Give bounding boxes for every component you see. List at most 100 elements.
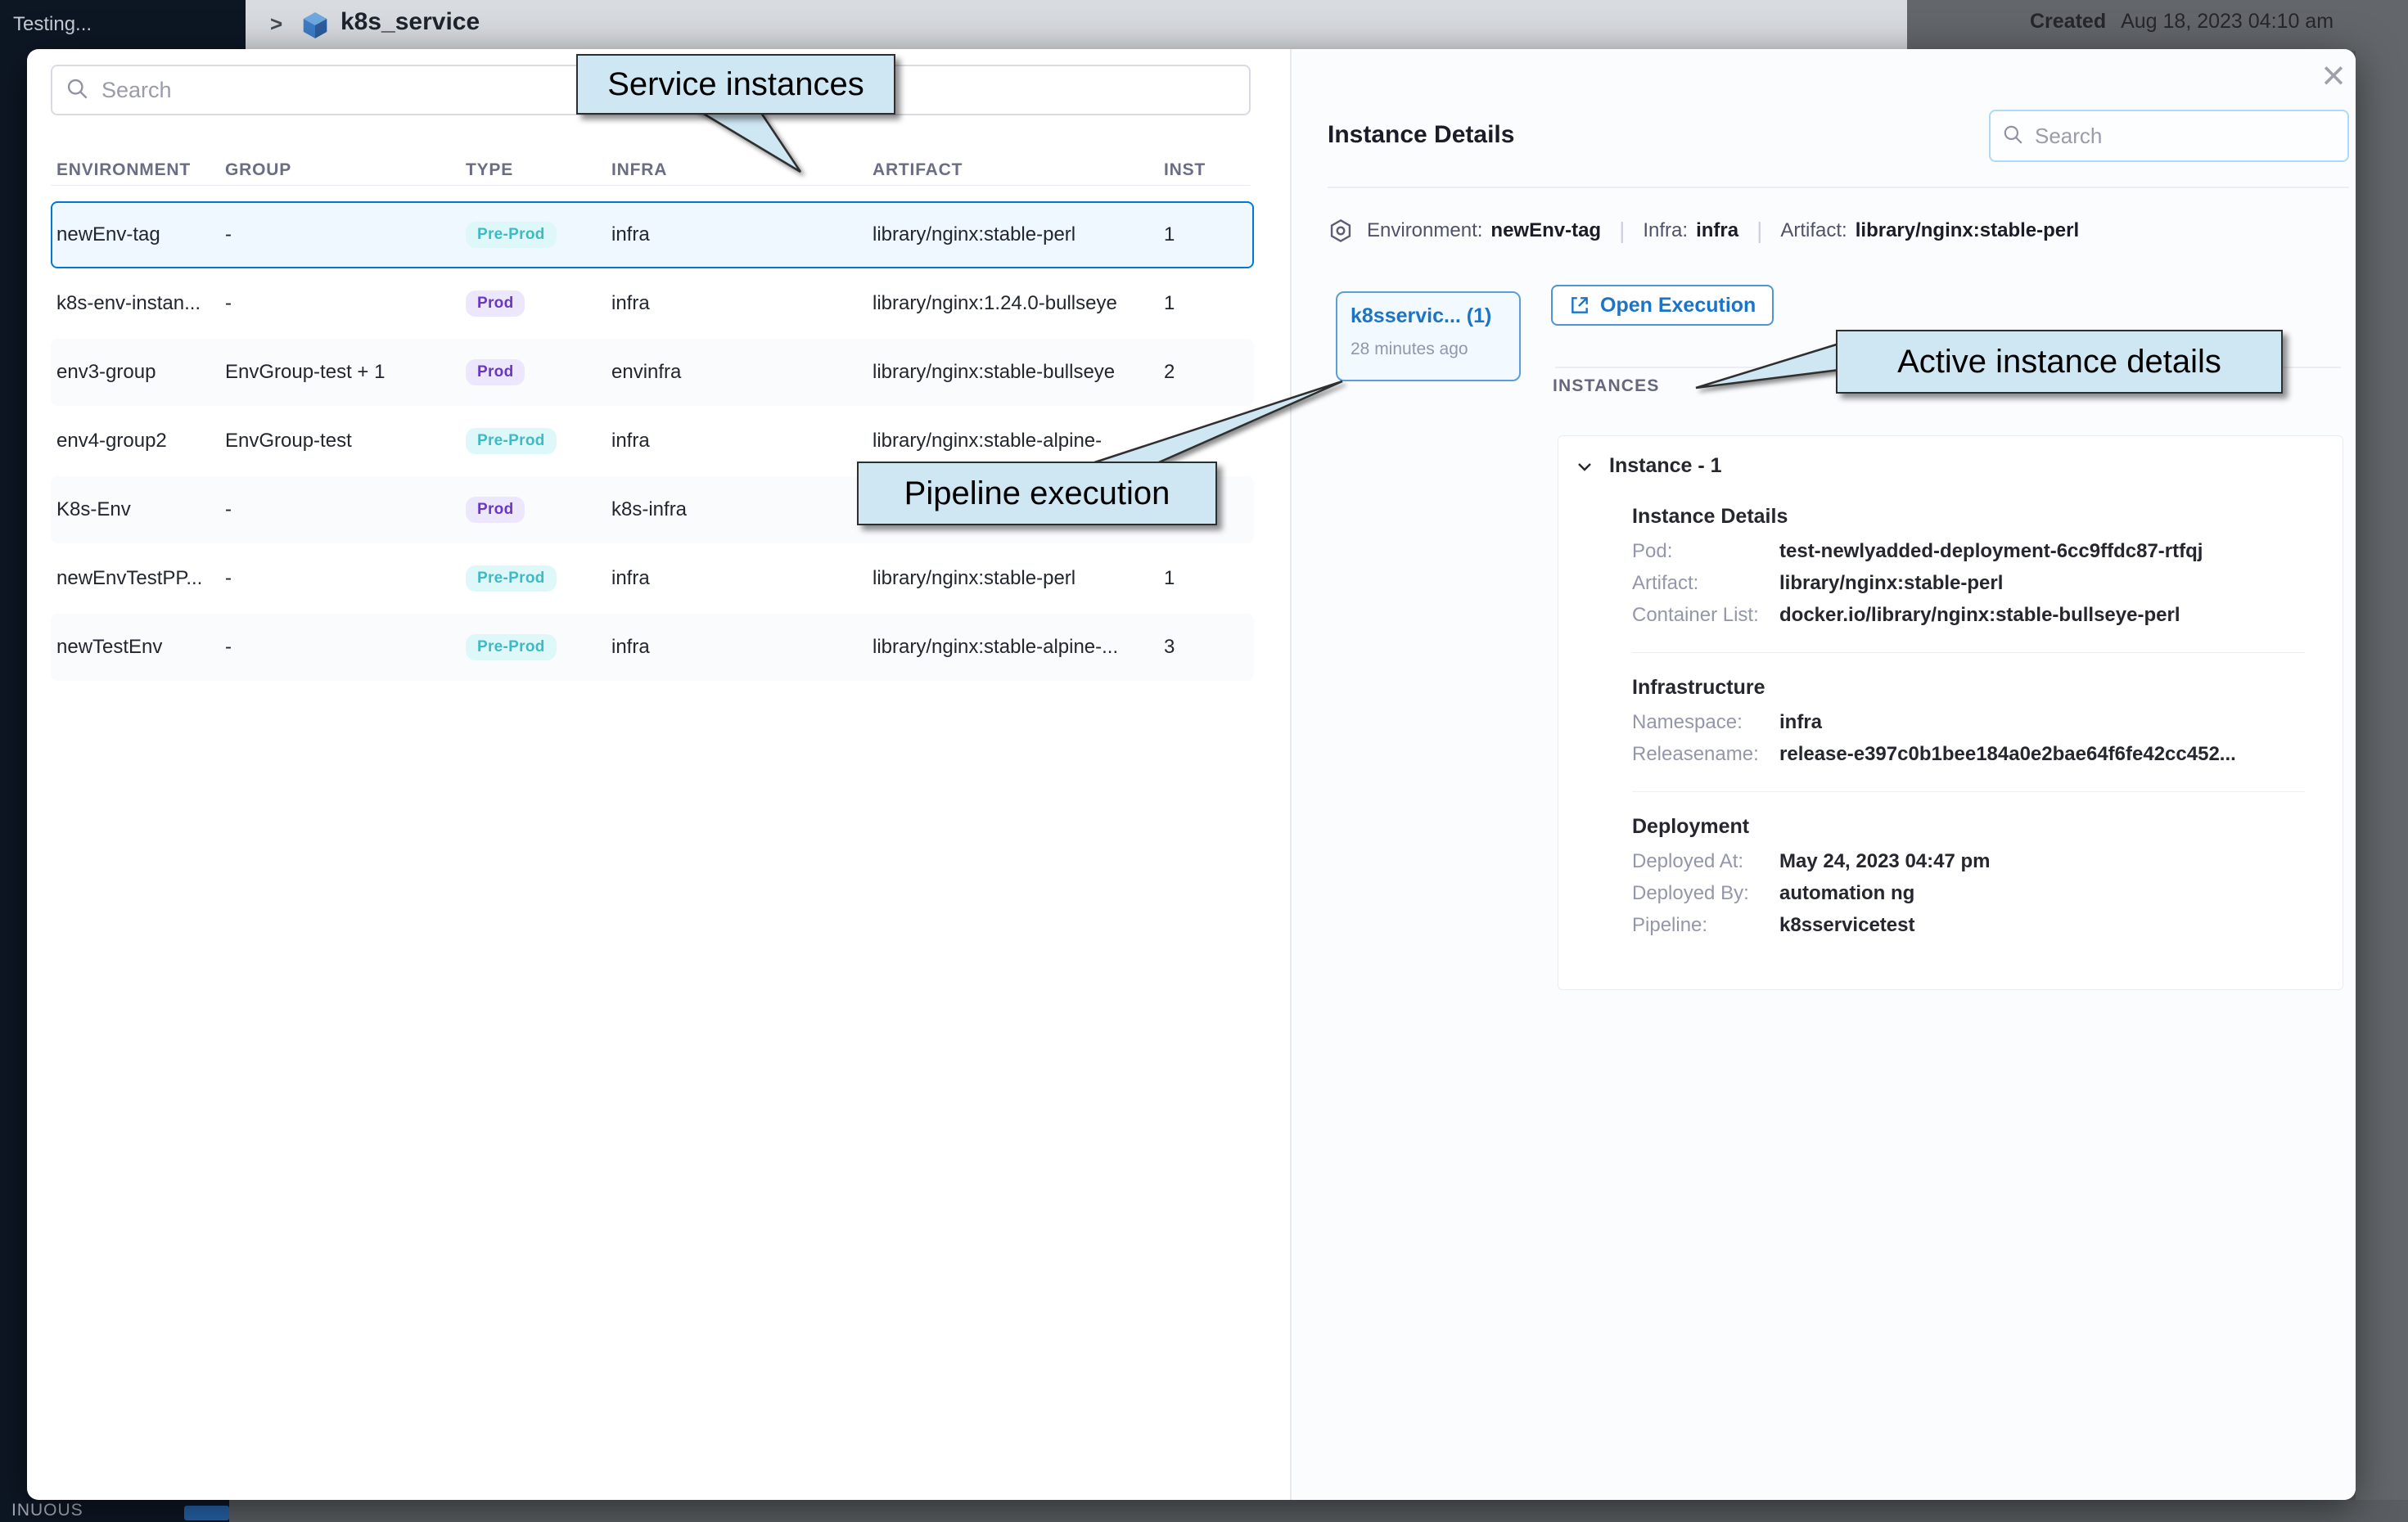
table-row[interactable]: env3-groupEnvGroup-test + 1Prodenvinfral… (51, 339, 1254, 406)
env-type-badge: Pre-Prod (466, 634, 557, 660)
table-cell: newTestEnv (52, 636, 225, 659)
table-row[interactable]: newEnvTestPP...-Pre-Prodinfralibrary/ngi… (51, 545, 1254, 612)
detail-row: Container List:docker.io/library/nginx:s… (1632, 599, 2305, 631)
table-cell: newEnv-tag (52, 223, 225, 246)
dimmed-right-strip: bu 3 (2356, 51, 2408, 1522)
detail-value: automation ng (1779, 877, 1914, 909)
table-cell: library/nginx:stable-perl (873, 223, 1164, 246)
env-type-badge: Pre-Prod (466, 565, 557, 592)
environment-label: Environment: (1367, 219, 1482, 242)
sidebar-module-label: INUOUS (11, 1501, 83, 1520)
dimmed-bottom-strip (229, 1500, 2408, 1522)
close-icon[interactable]: × (2309, 51, 2358, 100)
table-cell: envinfra (611, 361, 873, 384)
table-header-row: ENVIRONMENTGROUPTYPEINFRAARTIFACTINST (52, 154, 1247, 187)
table-cell: Pre-Prod (466, 565, 611, 592)
table-cell: 3 (1164, 636, 1238, 659)
column-header[interactable]: GROUP (225, 160, 466, 180)
table-cell: Pre-Prod (466, 222, 611, 248)
sidebar-project-label[interactable]: Testing... (13, 13, 92, 36)
instance-details-title: Instance Details (1328, 121, 1514, 149)
sidebar-nav-chip[interactable] (184, 1506, 229, 1520)
table-cell: library/nginx:1.24.0-bullseye (873, 292, 1164, 315)
created-timestamp: CreatedAug 18, 2023 04:10 am (2030, 10, 2334, 34)
detail-label: Container List: (1632, 599, 1779, 631)
instances-table: newEnv-tag-Pre-Prodinfralibrary/nginx:st… (51, 201, 1254, 682)
table-row[interactable]: newEnv-tag-Pre-Prodinfralibrary/nginx:st… (51, 201, 1254, 268)
detail-value: May 24, 2023 04:47 pm (1779, 845, 1991, 877)
detail-value: test-newlyadded-deployment-6cc9ffdc87-rt… (1779, 535, 2203, 567)
table-cell: k8s-infra (611, 498, 873, 521)
instance-accordion-header[interactable]: Instance - 1 (1575, 454, 1722, 478)
column-header[interactable]: ENVIRONMENT (52, 160, 225, 180)
search-input[interactable] (2033, 123, 2336, 150)
table-cell: library/nginx:stable-alpine-... (873, 636, 1164, 659)
detail-row: Artifact:library/nginx:stable-perl (1632, 567, 2305, 599)
detail-section-title: Instance Details (1632, 505, 2305, 529)
table-cell: - (225, 292, 466, 315)
artifact-label: Artifact: (1780, 219, 1847, 242)
table-cell: library/nginx:stable-bullseye (873, 361, 1164, 384)
env-type-badge: Prod (466, 359, 525, 385)
table-cell: infra (611, 636, 873, 659)
table-cell: - (225, 498, 466, 521)
breadcrumb-chevron: > (270, 11, 282, 37)
detail-label: Artifact: (1632, 567, 1779, 599)
separator: | (1756, 218, 1762, 244)
section-divider (1632, 791, 2305, 792)
table-cell: library/nginx:stable-perl (873, 567, 1164, 590)
infra-label: Infra: (1643, 219, 1688, 242)
table-cell: infra (611, 292, 873, 315)
callout-active-instance-details: Active instance details (1836, 330, 2283, 394)
detail-row: Deployed By:automation ng (1632, 877, 2305, 909)
detail-section-title: Deployment (1632, 815, 2305, 839)
callout-service-instances: Service instances (576, 54, 895, 115)
detail-label: Deployed By: (1632, 877, 1779, 909)
detail-value: library/nginx:stable-perl (1779, 567, 2003, 599)
table-cell: Prod (466, 290, 611, 317)
detail-row: Releasename:release-e397c0b1bee184a0e2ba… (1632, 738, 2305, 770)
table-cell: - (225, 223, 466, 246)
instance-details-search[interactable] (1989, 110, 2349, 162)
table-cell: k8s-env-instan... (52, 292, 225, 315)
table-cell: Prod (466, 497, 611, 523)
search-icon (2002, 124, 2023, 149)
environment-summary: Environment: newEnv-tag | Infra: infra |… (1328, 213, 2079, 249)
table-row[interactable]: newTestEnv-Pre-Prodinfralibrary/nginx:st… (51, 614, 1254, 681)
table-cell: Pre-Prod (466, 634, 611, 660)
chevron-down-icon (1575, 457, 1594, 476)
separator: | (1619, 218, 1625, 244)
detail-value: k8sservicetest (1779, 909, 1914, 941)
page-title: k8s_service (340, 8, 480, 36)
table-cell: 1 (1164, 567, 1238, 590)
callout-pipeline-execution: Pipeline execution (857, 462, 1217, 525)
table-row[interactable]: k8s-env-instan...-Prod infralibrary/nginx… (51, 270, 1254, 337)
column-header[interactable]: ARTIFACT (873, 160, 1164, 180)
execution-name: k8sservic... (1) (1351, 304, 1506, 328)
column-header[interactable]: TYPE (466, 160, 611, 180)
search-icon (65, 77, 88, 104)
pane-divider (1290, 49, 1292, 1500)
env-type-badge: Pre-Prod (466, 222, 557, 248)
table-cell: newEnvTestPP... (52, 567, 225, 590)
service-cube-icon (300, 10, 331, 45)
execution-card[interactable]: k8sservic... (1) 28 minutes ago (1336, 291, 1521, 381)
open-execution-button[interactable]: Open Execution (1551, 285, 1774, 326)
header-divider (51, 185, 1251, 186)
detail-row: Pipeline:k8sservicetest (1632, 909, 2305, 941)
column-header[interactable]: INST (1164, 160, 1238, 180)
env-type-badge: Prod (466, 290, 525, 317)
column-header[interactable]: INFRA (611, 160, 873, 180)
table-cell: library/nginx:stable-alpine- (873, 430, 1164, 453)
table-cell: infra (611, 430, 873, 453)
infra-value: infra (1696, 219, 1738, 242)
detail-row: Namespace:infra (1632, 706, 2305, 738)
detail-label: Pod: (1632, 535, 1779, 567)
table-cell: infra (611, 567, 873, 590)
section-divider (1328, 187, 2349, 188)
environment-icon (1328, 218, 1354, 244)
instance-card: Instance - 1 Instance Details Pod:test-ne… (1558, 435, 2343, 990)
detail-row: Pod:test-newlyadded-deployment-6cc9ffdc8… (1632, 535, 2305, 567)
artifact-value: library/nginx:stable-perl (1856, 219, 2079, 242)
instances-heading: INSTANCES (1553, 376, 1660, 396)
